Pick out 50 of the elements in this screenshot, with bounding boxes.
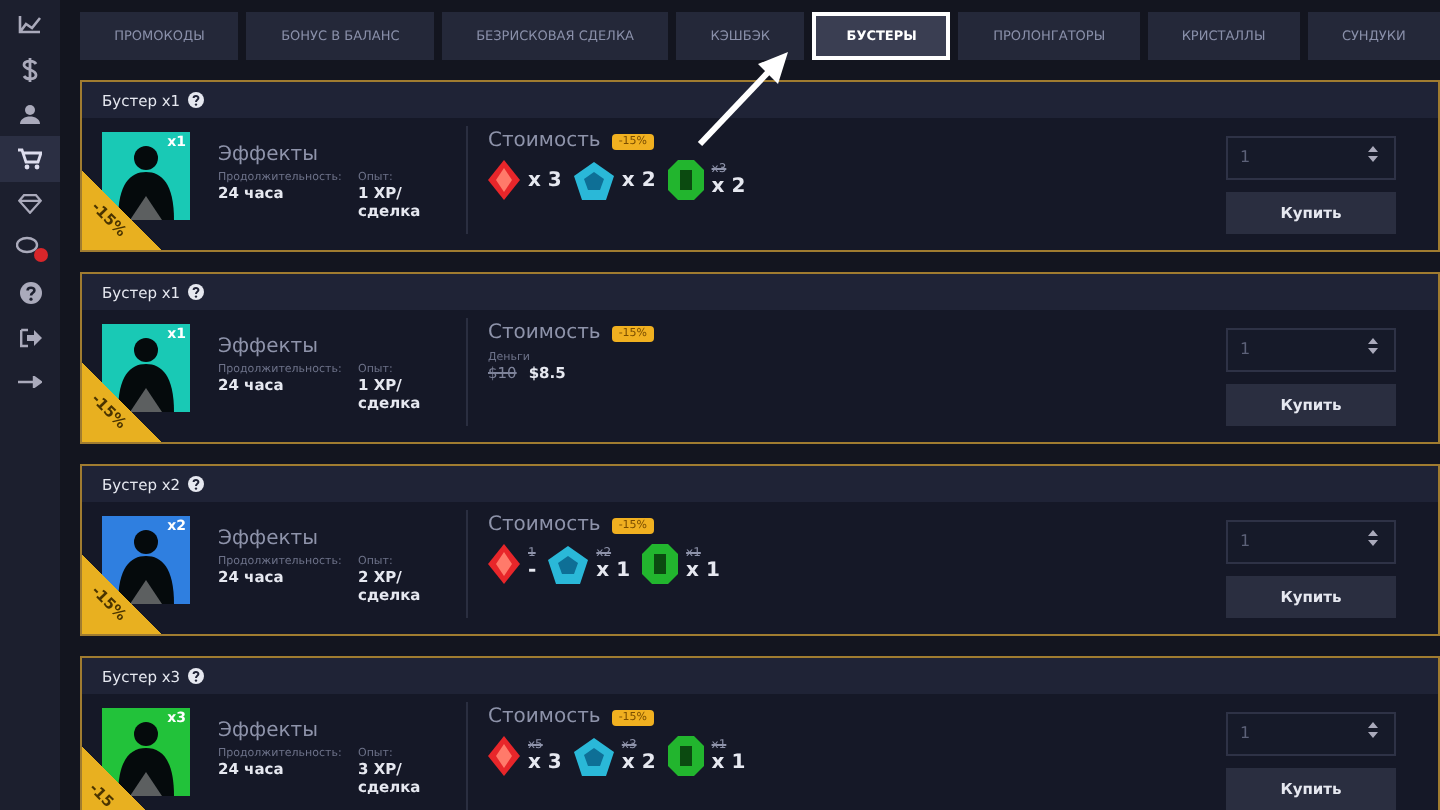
- gem-amount: x 2: [621, 752, 656, 774]
- diamond-icon: [18, 193, 42, 214]
- gem-amount: x 1: [596, 560, 631, 582]
- gem-icon: [488, 160, 520, 200]
- help-icon: [19, 282, 41, 305]
- cost-heading: Стоимость: [488, 322, 601, 344]
- cost-heading: Стоимость: [488, 514, 601, 536]
- gem-amount: -: [528, 560, 537, 582]
- gem-amount: x 1: [686, 560, 720, 582]
- help-icon[interactable]: [188, 284, 205, 300]
- effects-heading: Эффекты: [218, 720, 318, 742]
- sidebar-item[interactable]: [0, 136, 60, 182]
- quantity-field[interactable]: 1: [1226, 519, 1396, 563]
- spinner-icon[interactable]: [1368, 528, 1378, 548]
- spinner-icon[interactable]: [1368, 336, 1378, 356]
- gem-icon: [667, 736, 704, 776]
- arrow-right-icon: [18, 376, 42, 389]
- exit-icon: [19, 327, 41, 348]
- effects-heading: Эффекты: [218, 336, 318, 358]
- gem-amount: x 3: [528, 752, 562, 774]
- silhouette-drawing: [118, 722, 174, 796]
- cost-heading: Стоимость: [488, 706, 601, 728]
- quantity-field[interactable]: 1: [1226, 327, 1396, 371]
- spinner-icon[interactable]: [1368, 720, 1378, 740]
- effects-heading: Эффекты: [218, 144, 318, 166]
- chart-icon: [18, 14, 42, 35]
- gem-icon: [548, 545, 589, 583]
- gem-icon: [642, 544, 679, 584]
- annotation-arrow: [694, 46, 794, 150]
- effects-heading: Эффекты: [218, 528, 318, 550]
- gem-icon: [488, 544, 520, 584]
- gem-icon: [573, 737, 614, 775]
- user-icon: [20, 103, 40, 124]
- help-icon[interactable]: [188, 92, 205, 108]
- gem-amount: x 1: [711, 752, 746, 774]
- notification-badge: [34, 247, 48, 262]
- dollar-icon: [22, 57, 38, 82]
- help-icon[interactable]: [188, 668, 205, 684]
- quantity-field[interactable]: 1: [1226, 711, 1396, 755]
- gem-amount: x 3: [528, 169, 562, 191]
- cart-icon: [18, 147, 42, 170]
- gem-amount: x 2: [621, 169, 656, 191]
- spinner-icon[interactable]: [1368, 144, 1378, 164]
- help-icon[interactable]: [188, 476, 205, 492]
- gem-amount: x 2: [711, 176, 746, 198]
- quantity-field[interactable]: 1: [1226, 135, 1396, 179]
- gem-icon: [573, 161, 614, 199]
- cost-heading: Стоимость: [488, 130, 601, 152]
- gem-icon: [667, 160, 704, 200]
- gem-icon: [488, 736, 520, 776]
